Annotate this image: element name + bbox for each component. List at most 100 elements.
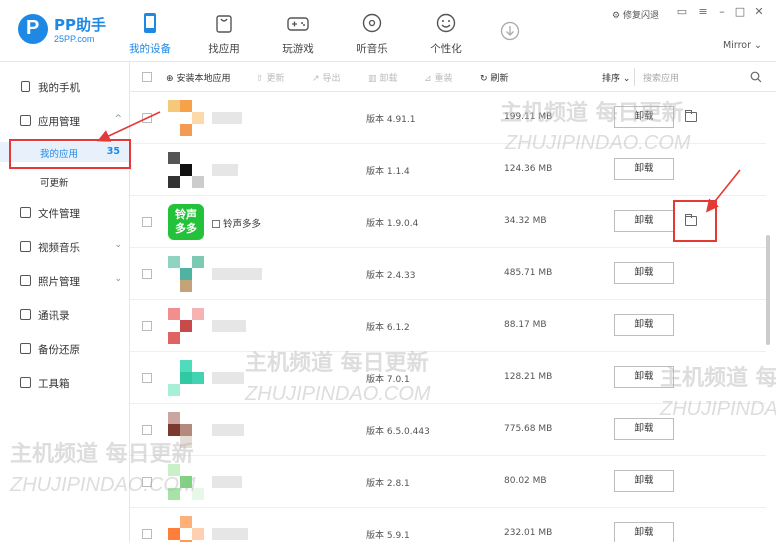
sidebar-item-video-music[interactable]: 视频音乐 ⌄ <box>0 236 130 258</box>
row-checkbox[interactable] <box>142 529 152 539</box>
reinstall-button[interactable]: ⊿ 重装 <box>424 71 453 84</box>
repair-crash-link[interactable]: ⚙ 修复闪退 <box>612 8 659 21</box>
photo-icon <box>20 275 31 286</box>
app-size: 199.11 MB <box>504 112 553 122</box>
device-name: Mirror <box>723 40 751 51</box>
uninstall-app-button[interactable]: 卸载 <box>614 418 674 440</box>
nav-find-apps[interactable]: 找应用 <box>194 0 254 62</box>
app-version: 版本 6.1.2 <box>366 323 410 333</box>
uninstall-app-button[interactable]: 卸载 <box>614 314 674 336</box>
row-checkbox[interactable] <box>142 373 152 383</box>
app-version: 版本 4.91.1 <box>366 115 416 125</box>
toolbar: ⊕ 安装本地应用 ⇧ 更新 ↗ 导出 ▥ 卸载 ⊿ 重装 ↻ 刷新 排序 ⌄ 搜索应用 <box>130 62 776 92</box>
row-checkbox[interactable] <box>142 269 152 279</box>
row-checkbox[interactable] <box>142 477 152 487</box>
music-disc-icon <box>362 13 382 33</box>
chevron-down-icon: ⌄ <box>114 274 122 284</box>
update-button[interactable]: ⇧ 更新 <box>256 71 285 84</box>
table-row[interactable]: 版本 7.0.1 128.21 MB 卸载 <box>130 352 766 404</box>
trash-icon: ▥ <box>368 74 377 84</box>
maximize-icon[interactable]: □ <box>734 6 746 18</box>
toolbar-label: 更新 <box>266 74 285 84</box>
highlight-box-folder <box>673 200 717 242</box>
uninstall-app-button[interactable]: 卸载 <box>614 366 674 388</box>
uninstall-app-button[interactable]: 卸载 <box>614 210 674 232</box>
sidebar-label: 备份还原 <box>38 344 80 356</box>
app-list: 版本 4.91.1 199.11 MB 卸载 版本 1.1.4 124.36 M… <box>130 92 776 542</box>
row-checkbox[interactable] <box>142 113 152 123</box>
app-size: 128.21 MB <box>504 372 553 382</box>
sidebar-label: 我的手机 <box>38 82 80 94</box>
row-checkbox[interactable] <box>142 217 152 227</box>
app-icon <box>168 100 204 136</box>
select-all-checkbox[interactable] <box>142 72 152 82</box>
sort-dropdown[interactable]: 排序 ⌄ <box>602 71 630 84</box>
uninstall-button[interactable]: ▥ 卸载 <box>368 71 398 84</box>
nav-downloads[interactable] <box>480 0 540 62</box>
toolbar-label: 导出 <box>322 74 341 84</box>
table-row[interactable]: 版本 6.1.2 88.17 MB 卸载 <box>130 300 766 352</box>
app-version: 版本 5.9.1 <box>366 531 410 541</box>
app-version: 版本 1.1.4 <box>366 167 410 177</box>
install-local-button[interactable]: ⊕ 安装本地应用 <box>166 71 231 84</box>
nav-label: 听音乐 <box>356 43 388 55</box>
nav-personalize[interactable]: 个性化 <box>416 0 476 62</box>
app-icon <box>168 412 204 448</box>
sidebar-item-my-phone[interactable]: 我的手机 <box>0 76 130 98</box>
app-version: 版本 2.8.1 <box>366 479 410 489</box>
table-row[interactable]: 版本 2.8.1 80.02 MB 卸载 <box>130 456 766 508</box>
scrollbar[interactable] <box>766 235 770 345</box>
table-row[interactable]: 版本 1.1.4 124.36 MB 卸载 <box>130 144 766 196</box>
uninstall-app-button[interactable]: 卸载 <box>614 522 674 542</box>
app-title: PP助手 <box>54 16 106 34</box>
sidebar-item-file-manage[interactable]: 文件管理 <box>0 202 130 224</box>
folder-icon[interactable] <box>685 110 697 122</box>
nav-music[interactable]: 听音乐 <box>342 0 402 62</box>
menu-icon[interactable]: ≡ <box>697 6 709 18</box>
app-size: 775.68 MB <box>504 424 553 434</box>
device-selector[interactable]: Mirror ⌄ <box>723 40 762 51</box>
nav-my-device[interactable]: 我的设备 <box>120 0 180 62</box>
app-name-blurred <box>212 268 262 280</box>
table-row[interactable]: 铃声多多 铃声多多 版本 1.9.0.4 34.32 MB 卸载 <box>130 196 766 248</box>
app-version: 版本 1.9.0.4 <box>366 219 419 229</box>
uninstall-app-button[interactable]: 卸载 <box>614 470 674 492</box>
phone-outline-icon <box>21 81 30 92</box>
sidebar-item-toolbox[interactable]: 工具箱 <box>0 372 130 394</box>
row-checkbox[interactable] <box>142 425 152 435</box>
minimize-icon[interactable]: – <box>716 6 728 18</box>
app-name: 铃声多多 <box>212 216 261 230</box>
sidebar-item-app-manage[interactable]: 应用管理 ^ <box>0 110 130 132</box>
search-box[interactable]: 搜索应用 <box>634 68 764 86</box>
sidebar-item-backup[interactable]: 备份还原 <box>0 338 130 360</box>
table-row[interactable]: 版本 6.5.0.443 775.68 MB 卸载 <box>130 404 766 456</box>
app-version: 版本 7.0.1 <box>366 375 410 385</box>
gear-icon: ⚙ <box>612 11 621 21</box>
refresh-button[interactable]: ↻ 刷新 <box>480 71 509 84</box>
chevron-down-icon: ⌄ <box>622 74 631 84</box>
table-row[interactable]: 版本 5.9.1 232.01 MB 卸载 <box>130 508 766 542</box>
nav-games[interactable]: 玩游戏 <box>268 0 328 62</box>
search-icon[interactable] <box>750 71 762 83</box>
row-checkbox[interactable] <box>142 321 152 331</box>
uninstall-app-button[interactable]: 卸载 <box>614 158 674 180</box>
app-size: 80.02 MB <box>504 476 547 486</box>
app-icon <box>168 360 204 396</box>
uninstall-app-button[interactable]: 卸载 <box>614 106 674 128</box>
toolbar-label: 重装 <box>434 74 453 84</box>
sidebar-item-photo-manage[interactable]: 照片管理 ⌄ <box>0 270 130 292</box>
sidebar-label: 工具箱 <box>38 378 70 390</box>
table-row[interactable]: 版本 2.4.33 485.71 MB 卸载 <box>130 248 766 300</box>
close-icon[interactable]: ✕ <box>753 6 765 18</box>
nav-label: 个性化 <box>430 43 462 55</box>
sidebar-item-contacts[interactable]: 通讯录 <box>0 304 130 326</box>
uninstall-app-button[interactable]: 卸载 <box>614 262 674 284</box>
nav-label: 玩游戏 <box>282 43 314 55</box>
sidebar-label: 应用管理 <box>38 116 80 128</box>
app-name-blurred <box>212 424 244 436</box>
table-row[interactable]: 版本 4.91.1 199.11 MB 卸载 <box>130 92 766 144</box>
search-input[interactable]: 搜索应用 <box>643 71 679 84</box>
export-button[interactable]: ↗ 导出 <box>312 71 341 84</box>
feedback-icon[interactable]: ▭ <box>676 6 688 18</box>
sidebar-item-updatable[interactable]: 可更新 <box>0 171 130 191</box>
